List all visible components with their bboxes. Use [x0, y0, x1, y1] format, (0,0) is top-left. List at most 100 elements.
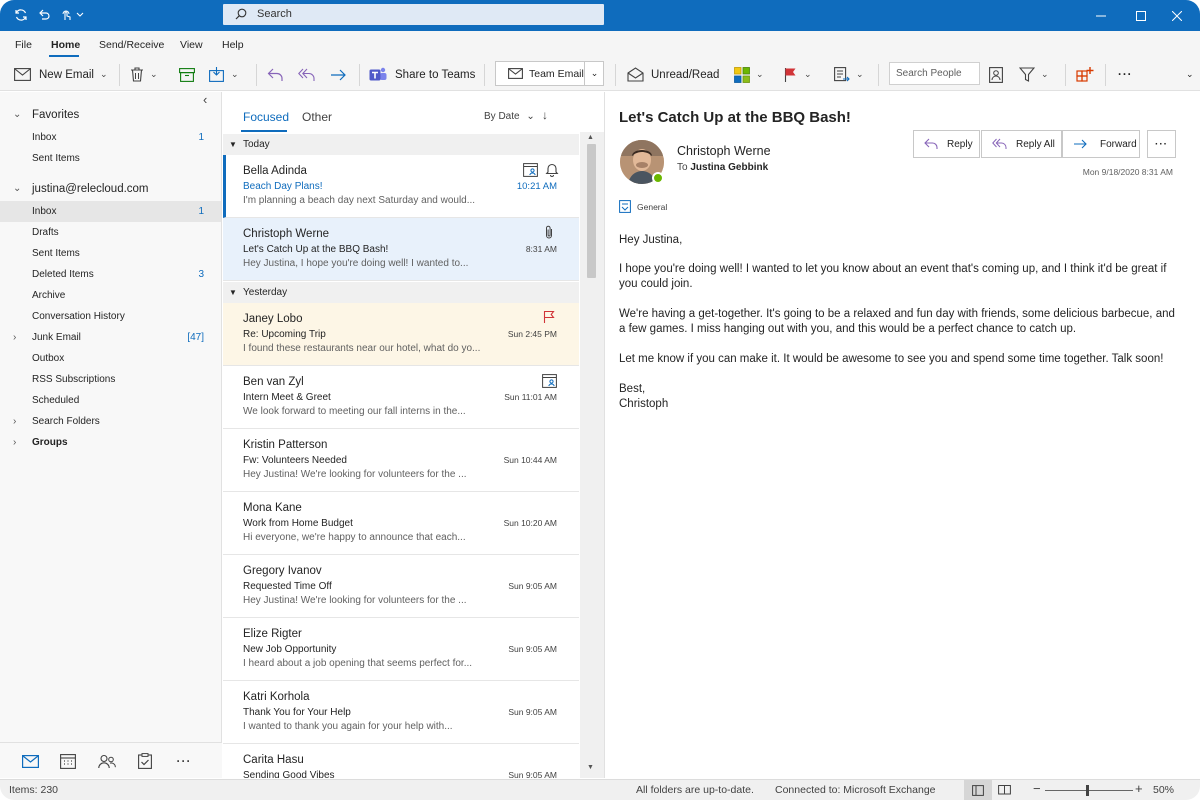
forward-button[interactable]: Forward: [1062, 130, 1140, 158]
sort-direction-arrow-icon[interactable]: ↓: [542, 108, 548, 122]
folder-sent-items[interactable]: Sent Items: [0, 243, 221, 264]
ribbon-collapse-icon[interactable]: ⌄: [1186, 58, 1194, 91]
sender-name[interactable]: Christoph Werne: [677, 144, 771, 158]
message-item[interactable]: Mona Kane Work from Home Budget Hi every…: [223, 492, 579, 555]
more-apps-icon[interactable]: ···: [174, 751, 194, 771]
calendar-icon[interactable]: [58, 751, 78, 771]
folder-conversation-history[interactable]: Conversation History: [0, 306, 221, 327]
address-book-button[interactable]: [989, 58, 1003, 91]
zoom-level[interactable]: 50%: [1153, 784, 1174, 796]
chevron-down-icon[interactable]: ⌄: [856, 69, 864, 80]
chevron-down-icon[interactable]: ⌄: [756, 69, 764, 80]
message-item[interactable]: Kristin Patterson Fw: Volunteers Needed …: [223, 429, 579, 492]
folder-drafts[interactable]: Drafts: [0, 222, 221, 243]
unread-read-button[interactable]: Unread/Read: [627, 58, 719, 91]
chevron-down-icon[interactable]: ⌄: [231, 69, 239, 80]
chevron-right-icon[interactable]: ›: [13, 327, 16, 348]
scroll-up-icon[interactable]: ▲: [587, 134, 594, 141]
chevron-right-icon[interactable]: ›: [13, 432, 16, 453]
move-button[interactable]: ⌄: [209, 58, 239, 91]
message-item[interactable]: Gregory Ivanov Requested Time Off Hey Ju…: [223, 555, 579, 618]
folder-junk-email[interactable]: › Junk Email [47]: [0, 327, 221, 348]
chevron-down-icon[interactable]: ⌄: [100, 69, 108, 80]
message-item[interactable]: Bella Adinda Beach Day Plans! I'm planni…: [223, 155, 579, 218]
folder-groups[interactable]: › Groups: [0, 432, 221, 453]
scrollbar-thumb[interactable]: [587, 144, 596, 278]
tasks-icon[interactable]: [135, 751, 155, 771]
archive-button[interactable]: [179, 58, 195, 91]
people-icon[interactable]: [97, 751, 117, 771]
chevron-down-icon[interactable]: ⌄: [150, 69, 158, 80]
bell-icon[interactable]: [544, 161, 560, 177]
quick-access-chevron-icon[interactable]: [74, 7, 86, 23]
message-item[interactable]: Elize Rigter New Job Opportunity I heard…: [223, 618, 579, 681]
account-header[interactable]: ⌄ justina@relecloud.com: [0, 183, 221, 195]
favorite-sent-items[interactable]: Sent Items: [0, 148, 221, 169]
normal-view-icon[interactable]: [964, 780, 992, 800]
folder-inbox[interactable]: Inbox 1: [0, 201, 221, 222]
rules-button[interactable]: ⌄: [834, 58, 864, 91]
menu-home[interactable]: Home: [51, 39, 80, 51]
sync-icon[interactable]: [13, 7, 29, 23]
zoom-in-icon[interactable]: +: [1135, 781, 1143, 796]
favorites-header[interactable]: ⌄ Favorites: [0, 109, 221, 121]
reading-view-icon[interactable]: [998, 784, 1011, 798]
favorite-inbox[interactable]: Inbox 1: [0, 127, 221, 148]
group-today[interactable]: ▼ Today: [223, 134, 579, 155]
scroll-down-icon[interactable]: ▼: [587, 764, 594, 771]
chevron-down-icon[interactable]: ⌄: [804, 69, 812, 80]
categorize-button[interactable]: ⌄: [734, 58, 764, 91]
close-button[interactable]: [1154, 0, 1200, 31]
folder-search-folders[interactable]: › Search Folders: [0, 411, 221, 432]
zoom-slider-thumb[interactable]: [1086, 785, 1089, 796]
chevron-right-icon[interactable]: ›: [13, 411, 16, 432]
search-people-input[interactable]: Search People: [889, 62, 980, 85]
collapse-pane-icon[interactable]: ‹: [203, 92, 207, 107]
add-ins-button[interactable]: [1076, 58, 1094, 91]
sensitivity-label[interactable]: General: [619, 200, 667, 213]
quick-steps-chevron-icon[interactable]: ⌄: [584, 62, 604, 85]
delete-button[interactable]: ⌄: [130, 58, 158, 91]
folder-rss-subscriptions[interactable]: RSS Subscriptions: [0, 369, 221, 390]
zoom-slider[interactable]: [1045, 790, 1133, 791]
sort-by-date-button[interactable]: By Date ⌄: [484, 111, 535, 122]
menu-file[interactable]: File: [15, 39, 32, 51]
undo-icon[interactable]: [36, 7, 52, 23]
folder-deleted-items[interactable]: Deleted Items 3: [0, 264, 221, 285]
message-item[interactable]: Katri Korhola Thank You for Your Help I …: [223, 681, 579, 744]
menu-help[interactable]: Help: [222, 39, 244, 51]
message-item[interactable]: Ben van Zyl Intern Meet & Greet We look …: [223, 366, 579, 429]
filter-button[interactable]: ⌄: [1019, 58, 1049, 91]
menu-view[interactable]: View: [180, 39, 203, 51]
touch-mode-icon[interactable]: [58, 7, 74, 23]
forward-ribbon-button[interactable]: [330, 58, 347, 91]
folder-scheduled[interactable]: Scheduled: [0, 390, 221, 411]
reply-ribbon-button[interactable]: [267, 58, 284, 91]
reply-all-button[interactable]: Reply All: [981, 130, 1062, 158]
folder-outbox[interactable]: Outbox: [0, 348, 221, 369]
follow-up-button[interactable]: ⌄: [784, 58, 812, 91]
more-actions-icon[interactable]: ···: [1147, 130, 1176, 158]
tab-focused[interactable]: Focused: [243, 110, 289, 124]
group-yesterday[interactable]: ▼ Yesterday: [223, 282, 579, 303]
recipient-name[interactable]: Justina Gebbink: [690, 162, 768, 173]
message-list-scrollbar[interactable]: ▲ ▼: [580, 132, 604, 778]
chevron-down-icon[interactable]: ⌄: [1041, 69, 1049, 80]
reply-button[interactable]: Reply: [913, 130, 980, 158]
menu-send-receive[interactable]: Send/Receive: [99, 39, 164, 51]
search-input[interactable]: Search: [223, 4, 604, 25]
message-item[interactable]: Janey Lobo Re: Upcoming Trip I found the…: [223, 303, 579, 366]
share-to-teams-button[interactable]: Share to Teams: [369, 58, 475, 91]
zoom-out-icon[interactable]: −: [1033, 781, 1041, 796]
new-email-button[interactable]: New Email ⌄: [14, 58, 108, 91]
quick-step-team-email[interactable]: Team Email ⌄: [495, 61, 604, 86]
folder-archive[interactable]: Archive: [0, 285, 221, 306]
reply-all-ribbon-button[interactable]: [298, 58, 316, 91]
tab-other[interactable]: Other: [302, 110, 332, 124]
flag-icon[interactable]: [541, 309, 557, 325]
message-item[interactable]: Carita Hasu Sending Good Vibes Sun 9:05 …: [223, 744, 579, 778]
mail-icon[interactable]: [20, 751, 40, 771]
message-time: Sun 10:44 AM: [503, 455, 557, 465]
message-item[interactable]: Christoph Werne Let's Catch Up at the BB…: [223, 218, 579, 281]
more-options-icon[interactable]: ···: [1118, 58, 1133, 91]
